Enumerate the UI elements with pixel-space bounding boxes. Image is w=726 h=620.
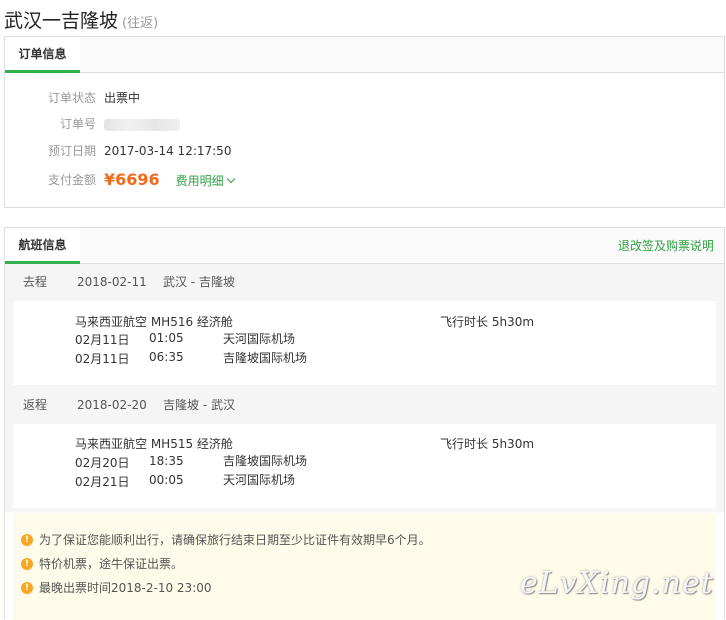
arrival-airport: 吉隆坡国际机场 <box>223 351 308 365</box>
return-segment-header: 返程 2018-02-20 吉隆坡 - 武汉 <box>5 387 724 423</box>
notice-text: 最晚出票时间2018-2-10 23:00 <box>39 581 212 595</box>
notice-item: ! 特价机票，途牛保证出票。 <box>21 555 184 573</box>
notice-item: ! 为了保证您能顺利出行，请确保旅行结束日期至少比证件有效期早6个月。 <box>21 531 431 549</box>
warning-icon: ! <box>21 582 33 594</box>
flight-duration: 飞行时长 5h30m <box>440 315 535 329</box>
refund-policy-link[interactable]: 退改签及购票说明 <box>618 228 714 264</box>
flight-duration: 飞行时长 5h30m <box>440 437 535 451</box>
outbound-flight-card: 马来西亚航空 MH516 经济舱 飞行时长 5h30m 02月11日 01:05… <box>13 301 716 385</box>
airline-flight: 马来西亚航空 MH515 经济舱 <box>75 437 233 451</box>
order-date-label: 预订日期 <box>47 144 96 158</box>
departure-date: 02月20日 <box>75 456 130 470</box>
tab-order-info[interactable]: 订单信息 <box>5 37 80 73</box>
watermark: eLvXing.net <box>520 566 714 601</box>
segment-route: 武汉 - 吉隆坡 <box>163 275 235 289</box>
tab-flight-info[interactable]: 航班信息 <box>5 228 80 264</box>
flight-info-panel: 航班信息 退改签及购票说明 去程 2018-02-11 武汉 - 吉隆坡 马来西… <box>4 227 725 620</box>
order-date-value: 2017-03-14 12:17:50 <box>104 144 232 158</box>
order-amount-row: 支付金额 ¥6696 费用明细 <box>5 170 724 190</box>
order-status-value: 出票中 <box>104 91 141 105</box>
departure-time: 01:05 <box>149 331 184 345</box>
chevron-down-icon <box>226 174 235 184</box>
price-value: ¥6696 <box>104 170 160 189</box>
order-number-value <box>104 114 180 134</box>
notice-text: 特价机票，途牛保证出票。 <box>39 557 184 571</box>
outbound-segment-header: 去程 2018-02-11 武汉 - 吉隆坡 <box>5 264 724 300</box>
order-status-row: 订单状态 出票中 <box>5 88 724 108</box>
order-number-row: 订单号 <box>5 114 724 134</box>
order-amount-label: 支付金额 <box>47 173 96 187</box>
order-amount-value: ¥6696 费用明细 <box>104 170 235 191</box>
order-status-label: 订单状态 <box>47 91 96 105</box>
departure-airport: 天河国际机场 <box>223 332 296 346</box>
fee-detail-label: 费用明细 <box>175 174 224 188</box>
warning-icon: ! <box>21 558 33 570</box>
segment-route: 吉隆坡 - 武汉 <box>163 398 235 412</box>
arrival-airport: 天河国际机场 <box>223 473 296 487</box>
segment-type: 去程 <box>23 275 48 289</box>
order-date-row: 预订日期 2017-03-14 12:17:50 <box>5 141 724 161</box>
segment-date: 2018-02-20 <box>77 398 147 412</box>
departure-time: 18:35 <box>149 454 184 468</box>
notice-item: ! 最晚出票时间2018-2-10 23:00 <box>21 579 212 597</box>
order-number-label: 订单号 <box>59 117 96 131</box>
trip-type: (往返) <box>122 16 159 31</box>
return-flight-card: 马来西亚航空 MH515 经济舱 飞行时长 5h30m 02月20日 18:35… <box>13 424 716 508</box>
route-title: 武汉一吉隆坡 <box>4 10 119 32</box>
order-info-header: 订单信息 <box>5 37 724 73</box>
page-title: 武汉一吉隆坡 (往返) <box>4 6 158 33</box>
arrival-time: 06:35 <box>149 350 184 364</box>
segment-type: 返程 <box>23 398 48 412</box>
fee-detail-link[interactable]: 费用明细 <box>175 174 235 188</box>
arrival-time: 00:05 <box>149 473 184 487</box>
notice-text: 为了保证您能顺利出行，请确保旅行结束日期至少比证件有效期早6个月。 <box>39 533 431 547</box>
warning-icon: ! <box>21 534 33 546</box>
departure-airport: 吉隆坡国际机场 <box>223 454 308 468</box>
airline-flight: 马来西亚航空 MH516 经济舱 <box>75 315 233 329</box>
flight-info-header: 航班信息 退改签及购票说明 <box>5 228 724 264</box>
order-info-panel: 订单信息 订单状态 出票中 订单号 预订日期 2017-03-14 12:17:… <box>4 36 725 208</box>
arrival-date: 02月21日 <box>75 475 130 489</box>
arrival-date: 02月11日 <box>75 352 130 366</box>
departure-date: 02月11日 <box>75 333 130 347</box>
redacted-order-number <box>104 118 180 131</box>
segment-date: 2018-02-11 <box>77 275 147 289</box>
